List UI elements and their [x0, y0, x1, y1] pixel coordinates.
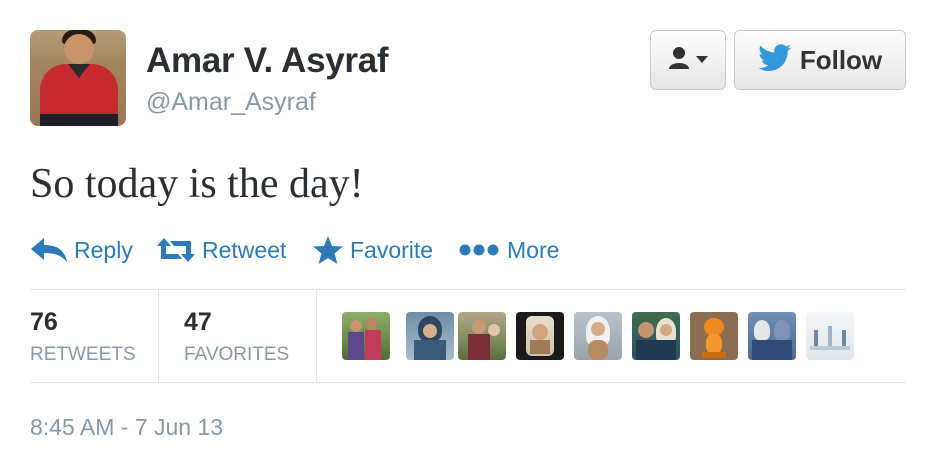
user-avatar-3[interactable] [458, 312, 506, 360]
user-display-name[interactable]: Amar V. Asyraf [146, 41, 389, 81]
favorite-button[interactable]: Favorite [312, 230, 433, 270]
stats-separator [158, 290, 159, 382]
more-button[interactable]: More [459, 230, 559, 270]
retweets-count: 76 [30, 308, 58, 336]
stats-top-divider [30, 289, 906, 290]
user-avatar-5[interactable] [574, 312, 622, 360]
star-icon [312, 235, 344, 265]
person-icon [668, 46, 690, 75]
retweet-icon [156, 237, 196, 263]
user-avatar-7[interactable] [690, 312, 738, 360]
user-avatar-2[interactable] [406, 312, 454, 360]
twitter-bird-icon [758, 43, 792, 77]
user-avatar-8[interactable] [748, 312, 796, 360]
favorites-count: 47 [184, 308, 212, 336]
favorite-label: Favorite [350, 236, 434, 263]
follow-button-label: Follow [799, 44, 883, 75]
user-avatar-9[interactable] [806, 312, 854, 360]
user-avatar-6[interactable] [632, 312, 680, 360]
retweet-button[interactable]: Retweet [156, 230, 286, 270]
follow-button[interactable]: Follow [734, 30, 906, 90]
reply-icon [30, 237, 68, 263]
user-avatar-4[interactable] [516, 312, 564, 360]
retweet-label: Retweet [202, 236, 287, 263]
more-label: More [507, 236, 560, 263]
reply-button[interactable]: Reply [30, 230, 133, 270]
user-handle[interactable]: @Amar_Asyraf [146, 88, 316, 117]
stats-bottom-divider [30, 382, 906, 383]
user-actions-dropdown-button[interactable] [650, 30, 726, 90]
profile-avatar[interactable] [30, 30, 126, 126]
stats-separator [316, 290, 317, 382]
reply-label: Reply [74, 236, 133, 263]
tweet-timestamp[interactable]: 8:45 AM - 7 Jun 13 [30, 414, 223, 441]
more-dots-icon [459, 243, 501, 257]
chevron-down-icon [696, 51, 708, 69]
retweets-label: RETWEETS [30, 344, 136, 365]
user-avatar-1[interactable] [342, 312, 390, 360]
favorites-label: FAVORITES [184, 344, 290, 365]
tweet-text: So today is the day! [30, 161, 364, 207]
